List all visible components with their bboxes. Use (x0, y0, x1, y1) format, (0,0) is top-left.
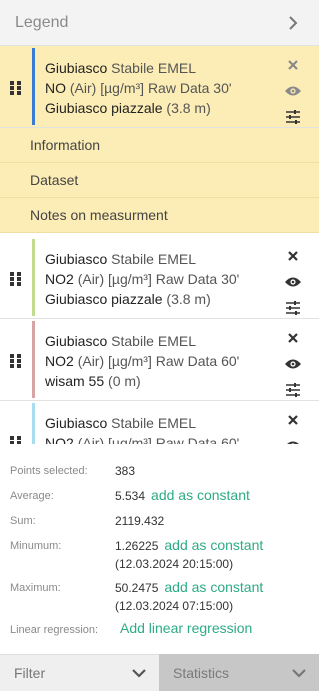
series-color-bar (32, 239, 35, 316)
linear-regression-label: Linear regression: (10, 624, 99, 636)
points-selected-label: Points selected: (10, 465, 88, 477)
maximum-label: Maximum: (10, 582, 61, 594)
station-suffix: Stabile EMEL (111, 60, 196, 76)
series-description: Giubiasco Stabile EMEL NO2 (Air) [µg/m³]… (45, 249, 239, 309)
drag-handle-icon[interactable] (9, 80, 23, 96)
chevron-right-icon[interactable] (281, 11, 305, 35)
parameter-name: NO2 (45, 435, 74, 444)
series-item[interactable]: Giubiasco Stabile EMEL NO2 (Air) [µg/m³]… (0, 401, 319, 444)
location-suffix: (0 m) (108, 373, 141, 389)
minimum-row: 1.26225 add as constant (115, 537, 263, 553)
station-name: Giubiasco (45, 415, 108, 431)
sum-label: Sum: (10, 515, 36, 527)
station-name: Giubiasco (45, 251, 108, 267)
minimum-time: (12.03.2024 20:15:00) (115, 557, 234, 571)
settings-sliders-icon[interactable] (282, 295, 304, 321)
drag-handle-icon[interactable] (9, 435, 23, 444)
minimum-label: Minumum: (10, 540, 62, 552)
statistics-label: Statistics (173, 664, 230, 681)
close-icon[interactable] (282, 407, 304, 433)
legend-header[interactable]: Legend (0, 0, 319, 46)
information-row[interactable]: Information (0, 128, 319, 163)
bottom-bar: Filter Statistics (0, 654, 319, 691)
station-name: Giubiasco (45, 333, 108, 349)
location-suffix: (3.8 m) (166, 100, 211, 116)
series-item[interactable]: Giubiasco Stabile EMEL NO2 (Air) [µg/m³]… (0, 237, 319, 319)
average-row: 5.534 add as constant (115, 487, 250, 503)
settings-sliders-icon[interactable] (282, 104, 304, 130)
series-color-bar (32, 321, 35, 398)
series-item[interactable]: Giubiasco Stabile EMEL NO2 (Air) [µg/m³]… (0, 319, 319, 401)
notes-row[interactable]: Notes on measurment (0, 198, 319, 233)
location-name: wisam 55 (45, 373, 105, 389)
maximum-value: 50.2475 (115, 581, 159, 595)
series-description: Giubiasco Stabile EMEL NO (Air) [µg/m³] … (45, 58, 232, 118)
parameter-suffix: (Air) [µg/m³] Raw Data 60' (77, 435, 240, 444)
chevron-down-icon (289, 663, 309, 683)
parameter-suffix: (Air) [µg/m³] Raw Data 30' (69, 80, 232, 96)
series-color-bar (32, 48, 35, 125)
average-value: 5.534 (115, 489, 146, 503)
station-suffix: Stabile EMEL (111, 415, 196, 431)
statistics-panel: Points selected: 383 Average: 5.534 add a… (0, 455, 319, 651)
average-label: Average: (10, 490, 54, 502)
add-linear-regression-link[interactable]: Add linear regression (120, 620, 252, 636)
dataset-row[interactable]: Dataset (0, 163, 319, 198)
parameter-suffix: (Air) [µg/m³] Raw Data 60' (77, 353, 240, 369)
settings-sliders-icon[interactable] (282, 377, 304, 403)
station-suffix: Stabile EMEL (111, 333, 196, 349)
add-constant-link[interactable]: add as constant (164, 537, 263, 553)
close-icon[interactable] (282, 243, 304, 269)
drag-handle-icon[interactable] (9, 353, 23, 369)
eye-icon[interactable] (282, 78, 304, 104)
series-color-bar (32, 403, 35, 444)
points-selected-value: 383 (115, 464, 136, 478)
filter-tab[interactable]: Filter (0, 654, 159, 691)
chevron-down-icon (129, 663, 149, 683)
close-icon[interactable] (282, 52, 304, 78)
eye-icon[interactable] (282, 433, 304, 444)
station-name: Giubiasco (45, 60, 108, 76)
parameter-name: NO2 (45, 353, 74, 369)
add-constant-link[interactable]: add as constant (151, 487, 250, 503)
drag-handle-icon[interactable] (9, 271, 23, 287)
filter-label: Filter (14, 665, 46, 681)
series-list[interactable]: Giubiasco Stabile EMEL NO (Air) [µg/m³] … (0, 46, 319, 444)
close-icon[interactable] (282, 325, 304, 351)
series-item[interactable]: Giubiasco Stabile EMEL NO (Air) [µg/m³] … (0, 46, 319, 128)
sum-value: 2119.432 (115, 514, 165, 528)
series-description: Giubiasco Stabile EMEL NO2 (Air) [µg/m³]… (45, 413, 239, 444)
parameter-name: NO (45, 80, 66, 96)
statistics-tab[interactable]: Statistics (159, 654, 319, 691)
series-description: Giubiasco Stabile EMEL NO2 (Air) [µg/m³]… (45, 331, 239, 391)
maximum-time: (12.03.2024 07:15:00) (115, 599, 234, 613)
eye-icon[interactable] (282, 351, 304, 377)
parameter-suffix: (Air) [µg/m³] Raw Data 30' (77, 271, 240, 287)
add-constant-link[interactable]: add as constant (164, 579, 263, 595)
legend-title: Legend (15, 13, 69, 31)
location-name: Giubiasco piazzale (45, 291, 163, 307)
eye-icon[interactable] (282, 269, 304, 295)
location-suffix: (3.8 m) (166, 291, 211, 307)
maximum-row: 50.2475 add as constant (115, 579, 263, 595)
parameter-name: NO2 (45, 271, 74, 287)
station-suffix: Stabile EMEL (111, 251, 196, 267)
minimum-value: 1.26225 (115, 539, 159, 553)
location-name: Giubiasco piazzale (45, 100, 163, 116)
